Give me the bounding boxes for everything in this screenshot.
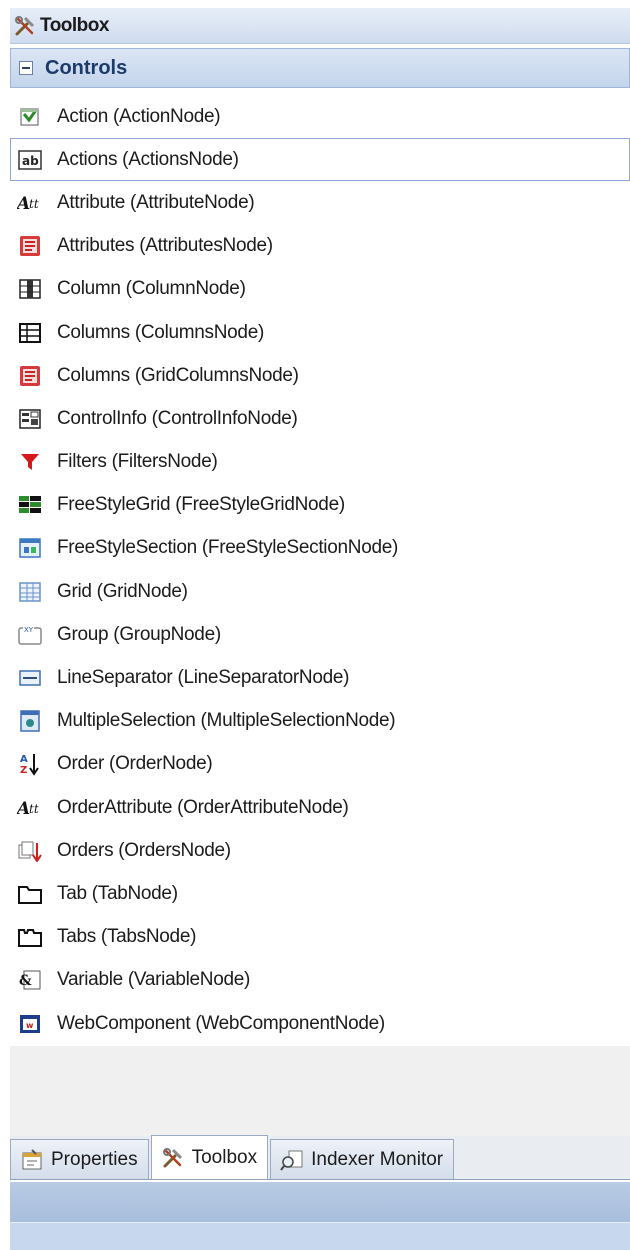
svg-text:ab: ab bbox=[22, 154, 39, 168]
toolbox-item[interactable]: Columns (ColumnsNode) bbox=[10, 311, 630, 354]
item-label: Action (ActionNode) bbox=[57, 105, 221, 127]
toolbox-item[interactable]: Tab (TabNode) bbox=[10, 872, 630, 915]
toolbox-item[interactable]: Grid (GridNode) bbox=[10, 570, 630, 613]
item-label: Filters (FiltersNode) bbox=[57, 451, 218, 473]
toolbox-item[interactable]: Attributes (AttributesNode) bbox=[10, 225, 630, 268]
svg-text:&: & bbox=[19, 973, 32, 989]
item-label: OrderAttribute (OrderAttributeNode) bbox=[57, 796, 349, 818]
svg-text:tt: tt bbox=[29, 802, 39, 816]
item-label: WebComponent (WebComponentNode) bbox=[57, 1012, 385, 1034]
toolbox-item[interactable]: MultipleSelection (MultipleSelectionNode… bbox=[10, 700, 630, 743]
line-separator-icon bbox=[17, 665, 43, 691]
toolbox-item[interactable]: & Variable (VariableNode) bbox=[10, 959, 630, 1002]
attribute-icon: Att bbox=[17, 190, 43, 216]
toolbox-item[interactable]: AZ Order (OrderNode) bbox=[10, 743, 630, 786]
toolbox-item[interactable]: Tabs (TabsNode) bbox=[10, 916, 630, 959]
toolbox-item[interactable]: XY Group (GroupNode) bbox=[10, 613, 630, 656]
column-icon bbox=[17, 276, 43, 302]
toolbox-item-list: Action (ActionNode) ab Actions (ActionsN… bbox=[10, 95, 630, 1045]
svg-text:w: w bbox=[26, 1021, 34, 1030]
action-icon bbox=[17, 104, 43, 130]
toolbox-item[interactable]: Att Attribute (AttributeNode) bbox=[10, 181, 630, 224]
svg-text:tt: tt bbox=[29, 197, 39, 211]
variable-icon: & bbox=[17, 967, 43, 993]
svg-text:XY: XY bbox=[24, 626, 34, 634]
indexer-icon bbox=[279, 1147, 305, 1173]
toolbox-item[interactable]: ab Actions (ActionsNode) bbox=[10, 138, 630, 182]
toolbox-item[interactable]: ControlInfo (ControlInfoNode) bbox=[10, 397, 630, 440]
toolbox-item[interactable]: Att OrderAttribute (OrderAttributeNode) bbox=[10, 786, 630, 829]
tab-label: Properties bbox=[51, 1148, 138, 1170]
toolbox-item[interactable]: FreeStyleSection (FreeStyleSectionNode) bbox=[10, 527, 630, 570]
freestyle-grid-icon bbox=[17, 492, 43, 518]
tab-properties[interactable]: Properties bbox=[10, 1139, 149, 1179]
tab-folder-icon bbox=[17, 881, 43, 907]
ab-textbox-icon: ab bbox=[17, 147, 43, 173]
collapse-icon[interactable] bbox=[19, 61, 33, 75]
toolbox-item[interactable]: FreeStyleGrid (FreeStyleGridNode) bbox=[10, 484, 630, 527]
orders-icon bbox=[17, 838, 43, 864]
group-icon: XY bbox=[17, 622, 43, 648]
status-bar-lower bbox=[10, 1222, 630, 1250]
status-bar bbox=[10, 1182, 630, 1222]
grid-icon bbox=[17, 579, 43, 605]
window-title: Toolbox bbox=[40, 14, 109, 36]
item-label: Variable (VariableNode) bbox=[57, 969, 251, 991]
web-component-icon: w bbox=[17, 1011, 43, 1037]
item-label: Attribute (AttributeNode) bbox=[57, 191, 255, 213]
tools-icon bbox=[160, 1145, 186, 1171]
svg-text:Z: Z bbox=[20, 765, 27, 776]
list-red-icon bbox=[17, 233, 43, 259]
item-label: Attributes (AttributesNode) bbox=[57, 235, 273, 257]
item-label: LineSeparator (LineSeparatorNode) bbox=[57, 667, 350, 689]
item-label: Columns (ColumnsNode) bbox=[57, 321, 264, 343]
tools-icon bbox=[12, 13, 38, 39]
toolbox-titlebar: Toolbox bbox=[10, 8, 630, 44]
toolbox-item[interactable]: Action (ActionNode) bbox=[10, 95, 630, 138]
item-label: Columns (GridColumnsNode) bbox=[57, 364, 299, 386]
controls-group-header[interactable]: Controls bbox=[10, 48, 630, 88]
item-label: Group (GroupNode) bbox=[57, 623, 221, 645]
toolbox-item[interactable]: Orders (OrdersNode) bbox=[10, 829, 630, 872]
item-label: Tabs (TabsNode) bbox=[57, 926, 197, 948]
toolbox-item[interactable]: Column (ColumnNode) bbox=[10, 268, 630, 311]
toolbox-item[interactable]: Filters (FiltersNode) bbox=[10, 441, 630, 484]
item-label: Actions (ActionsNode) bbox=[57, 148, 239, 170]
list-red-icon bbox=[17, 363, 43, 389]
item-label: Grid (GridNode) bbox=[57, 580, 188, 602]
tab-label: Toolbox bbox=[191, 1146, 258, 1168]
item-label: Order (OrderNode) bbox=[57, 753, 213, 775]
item-label: Tab (TabNode) bbox=[57, 882, 178, 904]
item-label: ControlInfo (ControlInfoNode) bbox=[57, 407, 298, 429]
bottom-tab-bar: Properties Toolbox Indexer Monitor bbox=[10, 1135, 630, 1180]
control-info-icon bbox=[17, 406, 43, 432]
tab-toolbox[interactable]: Toolbox bbox=[150, 1135, 269, 1179]
attribute-icon: Att bbox=[17, 795, 43, 821]
filter-icon bbox=[17, 449, 43, 475]
tab-label: Indexer Monitor bbox=[311, 1148, 444, 1170]
item-label: Orders (OrdersNode) bbox=[57, 839, 231, 861]
tabs-folder-icon bbox=[17, 924, 43, 950]
columns-table-icon bbox=[17, 320, 43, 346]
sort-az-icon: AZ bbox=[17, 751, 43, 777]
svg-text:A: A bbox=[20, 754, 28, 765]
toolbox-item[interactable]: w WebComponent (WebComponentNode) bbox=[10, 1002, 630, 1045]
toolbox-item[interactable]: LineSeparator (LineSeparatorNode) bbox=[10, 656, 630, 699]
item-label: Column (ColumnNode) bbox=[57, 278, 246, 300]
multiple-selection-icon bbox=[17, 708, 43, 734]
item-label: FreeStyleGrid (FreeStyleGridNode) bbox=[57, 494, 345, 516]
properties-icon bbox=[19, 1147, 45, 1173]
item-label: FreeStyleSection (FreeStyleSectionNode) bbox=[57, 537, 399, 559]
tab-indexer-monitor[interactable]: Indexer Monitor bbox=[270, 1139, 455, 1179]
toolbox-item[interactable]: Columns (GridColumnsNode) bbox=[10, 354, 630, 397]
group-label: Controls bbox=[45, 56, 128, 79]
item-label: MultipleSelection (MultipleSelectionNode… bbox=[57, 710, 396, 732]
toolbox-empty-area bbox=[10, 1046, 630, 1136]
freestyle-section-icon bbox=[17, 535, 43, 561]
